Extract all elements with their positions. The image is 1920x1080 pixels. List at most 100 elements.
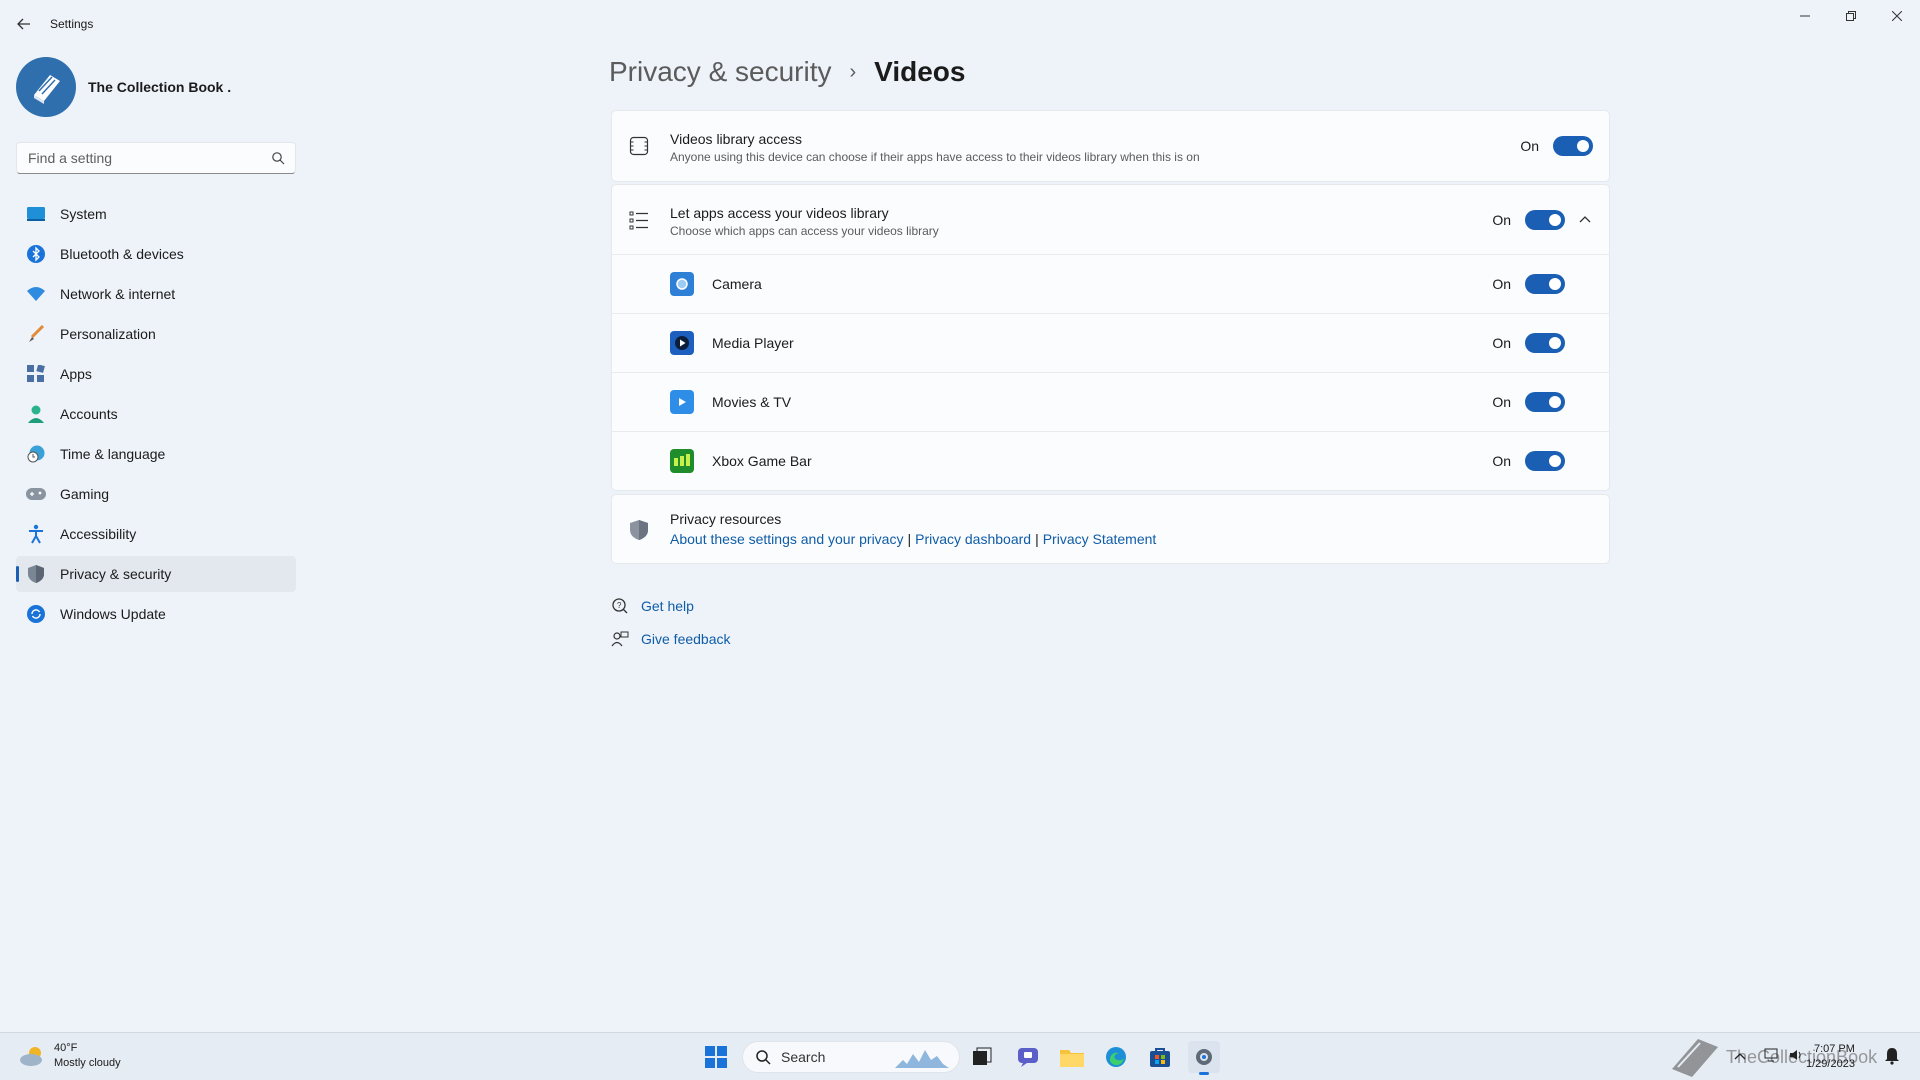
chevron-up-icon[interactable] — [1734, 1051, 1746, 1061]
sidebar-item-windows-update[interactable]: Windows Update — [16, 596, 296, 632]
toggle-state-label: On — [1492, 453, 1511, 469]
brush-icon — [26, 324, 46, 344]
toggle-state-label: On — [1492, 212, 1511, 228]
clock-time: 7:07 PM — [1813, 1043, 1855, 1055]
privacy-dashboard-link[interactable]: Privacy dashboard — [915, 531, 1031, 547]
chevron-up-icon[interactable] — [1577, 212, 1593, 228]
system-icon — [26, 204, 46, 224]
update-icon — [26, 604, 46, 624]
volume-icon[interactable] — [1788, 1047, 1804, 1063]
page-title: Videos — [874, 56, 966, 87]
sidebar-item-gaming[interactable]: Gaming — [16, 476, 296, 512]
settings-taskbar-button[interactable] — [1188, 1041, 1220, 1075]
taskbar-search-label: Search — [781, 1049, 826, 1065]
weather-temperature: 40°F — [54, 1042, 78, 1054]
videos-library-access-row: Videos library access Anyone using this … — [612, 111, 1609, 181]
search-input[interactable] — [17, 143, 257, 173]
store-icon — [1150, 1048, 1170, 1067]
file-explorer-button[interactable] — [1056, 1041, 1088, 1073]
videos-library-access-description: Anyone using this device can choose if t… — [670, 150, 1200, 164]
shield-icon — [26, 564, 46, 584]
give-feedback-link[interactable]: Give feedback — [641, 631, 731, 647]
camera-toggle[interactable] — [1525, 274, 1565, 294]
sidebar-item-label: System — [60, 206, 107, 222]
restore-button[interactable] — [1828, 0, 1874, 32]
microsoft-store-button[interactable] — [1144, 1041, 1176, 1073]
sidebar-item-privacy-security[interactable]: Privacy & security — [16, 556, 296, 592]
breadcrumb-parent[interactable]: Privacy & security — [609, 56, 832, 88]
wifi-icon — [26, 284, 46, 304]
sidebar-item-network[interactable]: Network & internet — [16, 276, 296, 312]
back-arrow-icon — [17, 18, 30, 30]
sidebar-nav: System Bluetooth & devices Network & int… — [16, 196, 296, 636]
apps-access-title: Let apps access your videos library — [670, 205, 889, 221]
clock-date: 1/29/2023 — [1806, 1058, 1855, 1070]
user-profile[interactable]: The Collection Book . — [16, 56, 231, 118]
avatar — [16, 57, 76, 117]
search-icon[interactable] — [271, 151, 285, 165]
apps-access-row[interactable]: Let apps access your videos library Choo… — [612, 185, 1609, 254]
sidebar-item-label: Personalization — [60, 326, 156, 342]
app-name: Camera — [712, 276, 762, 292]
sidebar-item-label: Gaming — [60, 486, 110, 502]
task-view-button[interactable] — [966, 1041, 998, 1073]
minimize-button[interactable] — [1782, 0, 1828, 32]
privacy-resources-title: Privacy resources — [670, 511, 782, 527]
chevron-right-icon: › — [849, 60, 857, 83]
about-privacy-link[interactable]: About these settings and your privacy — [670, 531, 903, 547]
sidebar-item-system[interactable]: System — [16, 196, 296, 232]
list-icon — [628, 209, 650, 231]
sidebar-item-label: Time & language — [60, 446, 166, 462]
xbox-game-bar-app-icon — [670, 449, 694, 473]
notification-bell-icon[interactable] — [1884, 1047, 1900, 1065]
get-help-link[interactable]: Get help — [641, 598, 694, 614]
app-name: Movies & TV — [712, 394, 792, 410]
sidebar-item-label: Accessibility — [60, 526, 137, 542]
link-separator: | — [907, 531, 912, 547]
app-row-movies-tv: Movies & TV On — [612, 372, 1609, 431]
sidebar-item-accessibility[interactable]: Accessibility — [16, 516, 296, 552]
close-button[interactable] — [1874, 0, 1920, 32]
sidebar-item-label: Apps — [60, 366, 92, 382]
toggle-state-label: On — [1520, 138, 1539, 154]
windows-logo-icon — [705, 1046, 727, 1068]
back-button[interactable] — [12, 12, 36, 36]
gamepad-icon — [26, 484, 46, 504]
media-player-toggle[interactable] — [1525, 333, 1565, 353]
system-clock[interactable]: 7:07 PM 1/29/2023 — [1806, 1042, 1855, 1072]
title-bar: Settings — [0, 0, 1920, 48]
network-icon[interactable] — [1764, 1047, 1780, 1063]
settings-search[interactable] — [16, 142, 296, 174]
sidebar-item-personalization[interactable]: Personalization — [16, 316, 296, 352]
camera-app-icon — [670, 272, 694, 296]
privacy-links: About these settings and your privacy | Pr… — [670, 531, 1156, 547]
sidebar-item-apps[interactable]: Apps — [16, 356, 296, 392]
taskbar-search[interactable]: Search — [742, 1041, 960, 1073]
restore-icon — [1846, 11, 1856, 21]
sidebar-item-label: Windows Update — [60, 606, 166, 622]
feedback-icon — [611, 631, 629, 647]
sidebar-item-bluetooth[interactable]: Bluetooth & devices — [16, 236, 296, 272]
breadcrumb: Privacy & security › Videos — [609, 56, 965, 88]
sidebar-item-time-language[interactable]: Time & language — [16, 436, 296, 472]
videos-library-access-toggle[interactable] — [1553, 136, 1593, 156]
teams-chat-button[interactable] — [1012, 1041, 1044, 1073]
toggle-state-label: On — [1492, 394, 1511, 410]
apps-access-toggle[interactable] — [1525, 210, 1565, 230]
get-help-icon: ? — [612, 598, 628, 614]
videos-library-access-title: Videos library access — [670, 131, 803, 147]
edge-icon — [1106, 1047, 1126, 1067]
start-button[interactable] — [700, 1041, 732, 1073]
weather-description: Mostly cloudy — [54, 1057, 121, 1069]
app-name: Xbox Game Bar — [712, 453, 812, 469]
accessibility-icon — [26, 524, 46, 544]
edge-browser-button[interactable] — [1100, 1041, 1132, 1073]
sidebar-item-accounts[interactable]: Accounts — [16, 396, 296, 432]
task-view-icon — [973, 1047, 992, 1065]
movies-tv-toggle[interactable] — [1525, 392, 1565, 412]
privacy-statement-link[interactable]: Privacy Statement — [1043, 531, 1157, 547]
xbox-game-bar-toggle[interactable] — [1525, 451, 1565, 471]
get-help-row: ? Get help — [611, 597, 694, 615]
weather-widget[interactable]: 40°F Mostly cloudy — [18, 1041, 121, 1071]
apps-access-card: Let apps access your videos library Choo… — [611, 184, 1610, 491]
